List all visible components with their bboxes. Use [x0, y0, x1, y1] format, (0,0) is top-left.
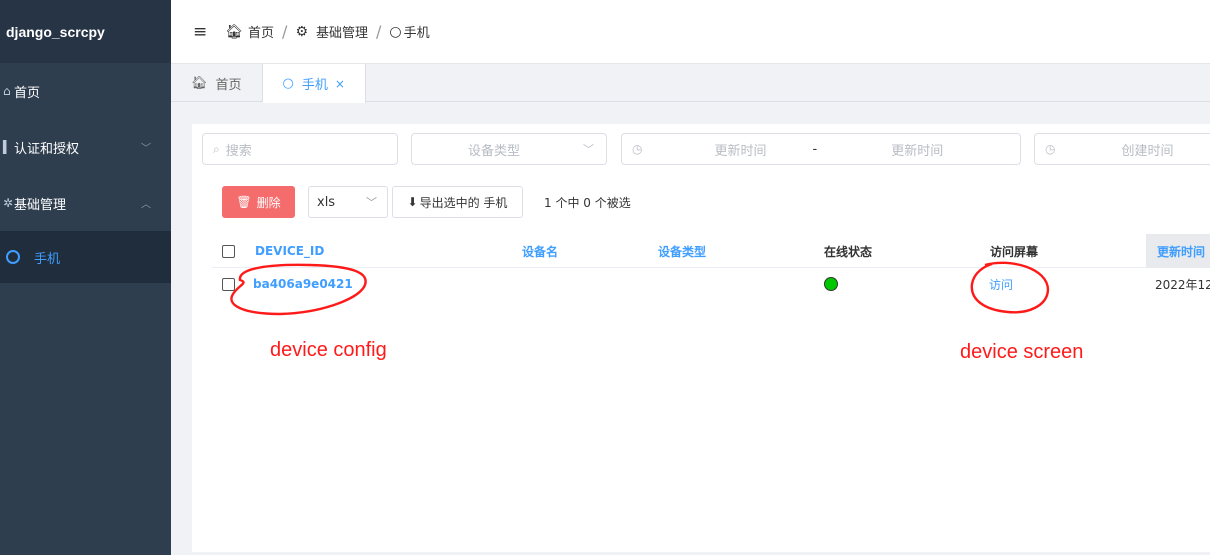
home-icon: 🏠︎: [191, 75, 208, 91]
chevron-up-icon: ︿: [141, 199, 151, 211]
sidebar-item-basic[interactable]: ✲ 基础管理 ︿: [0, 175, 171, 231]
delete-button[interactable]: 🗑︎ 删除: [222, 186, 295, 218]
table-row: ba406a9e0421 访问 2022年12: [212, 268, 1210, 300]
update-time-end: 更新时间: [891, 143, 944, 159]
create-time-picker[interactable]: ◷ 创建时间: [1034, 133, 1210, 165]
chevron-down-icon: ﹀: [141, 143, 151, 155]
chevron-down-icon: ﹀: [366, 196, 377, 209]
selection-count: 1 个中 0 个被选: [544, 196, 631, 210]
sidebar-item-auth[interactable]: ▍ 认证和授权 ﹀: [0, 119, 171, 175]
table-header: DEVICE_ID 设备名 设备类型 在线状态 访问屏幕 更新时间: [212, 234, 1210, 268]
chevron-down-icon: ﹀: [583, 143, 594, 156]
column-device-type[interactable]: 设备类型: [658, 234, 706, 268]
breadcrumb-item-basic[interactable]: 基础管理: [316, 22, 368, 41]
breadcrumb-separator: /: [282, 22, 288, 41]
annotation-device-config: device config: [270, 339, 387, 361]
column-online-status: 在线状态: [824, 244, 873, 259]
sidebar-item-label: 认证和授权: [14, 141, 80, 157]
gear-icon: ⚙︎: [295, 23, 308, 40]
device-id-link[interactable]: ba406a9e0421: [253, 268, 353, 300]
breadcrumb-item-phone: 手机: [403, 26, 430, 41]
tab-phone[interactable]: ○ 手机 ×: [262, 64, 366, 103]
app-logo[interactable]: django_scrcpy: [0, 0, 171, 63]
breadcrumb: 🏠︎ 首页 / ⚙︎ 基础管理 / ○ 手机: [225, 22, 429, 41]
device-type-placeholder: 设备类型: [467, 143, 520, 159]
circle-icon: [6, 250, 20, 264]
search-icon: ⌕: [213, 141, 220, 156]
export-format-select[interactable]: xls ﹀: [308, 186, 388, 218]
breadcrumb-item-home[interactable]: 首页: [248, 22, 274, 41]
device-type-select[interactable]: 设备类型 ﹀: [411, 133, 607, 165]
breadcrumb-separator: /: [376, 22, 382, 41]
tab-bar: 🏠︎ 首页 ○ 手机 ×: [171, 64, 1210, 103]
annotation-device-screen: device screen: [960, 341, 1084, 363]
range-separator: -: [812, 141, 818, 157]
tab-home[interactable]: 🏠︎ 首页: [171, 64, 263, 102]
close-icon[interactable]: ×: [335, 77, 345, 91]
row-checkbox[interactable]: [222, 268, 235, 300]
trash-icon: 🗑︎: [236, 195, 252, 209]
lock-icon: ▍: [0, 140, 13, 154]
column-updated-time[interactable]: 更新时间: [1146, 234, 1210, 268]
sidebar: django_scrcpy ⌂ 首页 ▍ 认证和授权 ﹀ ✲ 基础管理 ︿ 手机: [0, 0, 171, 555]
select-all-checkbox[interactable]: [222, 234, 235, 268]
gear-icon: ✲: [0, 196, 14, 210]
clock-icon: ◷: [632, 142, 643, 156]
update-time-start: 更新时间: [714, 143, 767, 159]
column-device-name[interactable]: 设备名: [522, 234, 558, 268]
online-status-indicator: [824, 268, 838, 300]
updated-time-cell: 2022年12: [1155, 277, 1210, 292]
visit-screen-link[interactable]: 访问: [989, 268, 1013, 300]
content-card: ⌕ 搜索 设备类型 ﹀ ◷ 更新时间 - 更新时间 ◷ 创建时间 🗑︎ 删除 x…: [192, 124, 1210, 552]
hamburger-icon[interactable]: ≡: [193, 22, 207, 42]
download-icon: ⬇︎: [407, 195, 418, 209]
export-label: 导出选中的 手机: [419, 195, 508, 210]
sidebar-item-label: 基础管理: [14, 197, 67, 213]
app-title: django_scrcpy: [6, 23, 105, 40]
search-input[interactable]: ⌕ 搜索: [202, 133, 398, 165]
top-header: ≡ 🏠︎ 首页 / ⚙︎ 基础管理 / ○ 手机: [171, 0, 1210, 64]
home-icon: ⌂: [0, 84, 11, 98]
circle-icon: ○: [282, 76, 294, 91]
sidebar-item-label: 手机: [34, 251, 61, 267]
sidebar-item-phone[interactable]: 手机: [0, 231, 171, 283]
home-icon: 🏠︎: [225, 23, 244, 40]
export-button[interactable]: ⬇︎ 导出选中的 手机: [392, 186, 523, 218]
create-time-placeholder: 创建时间: [1121, 143, 1174, 159]
search-placeholder: 搜索: [225, 143, 252, 159]
column-device-id[interactable]: DEVICE_ID: [255, 234, 324, 268]
tab-label: 首页: [215, 77, 242, 93]
circle-icon: ○: [389, 23, 402, 40]
sidebar-item-label: 首页: [14, 85, 41, 101]
clock-icon: ◷: [1045, 142, 1056, 156]
delete-label: 删除: [256, 195, 281, 210]
update-time-range[interactable]: ◷ 更新时间 - 更新时间: [621, 133, 1021, 165]
sidebar-item-home[interactable]: ⌂ 首页: [0, 63, 171, 119]
column-visit-screen: 访问屏幕: [990, 244, 1039, 259]
tab-label: 手机: [301, 78, 328, 93]
format-value: xls: [317, 194, 336, 210]
